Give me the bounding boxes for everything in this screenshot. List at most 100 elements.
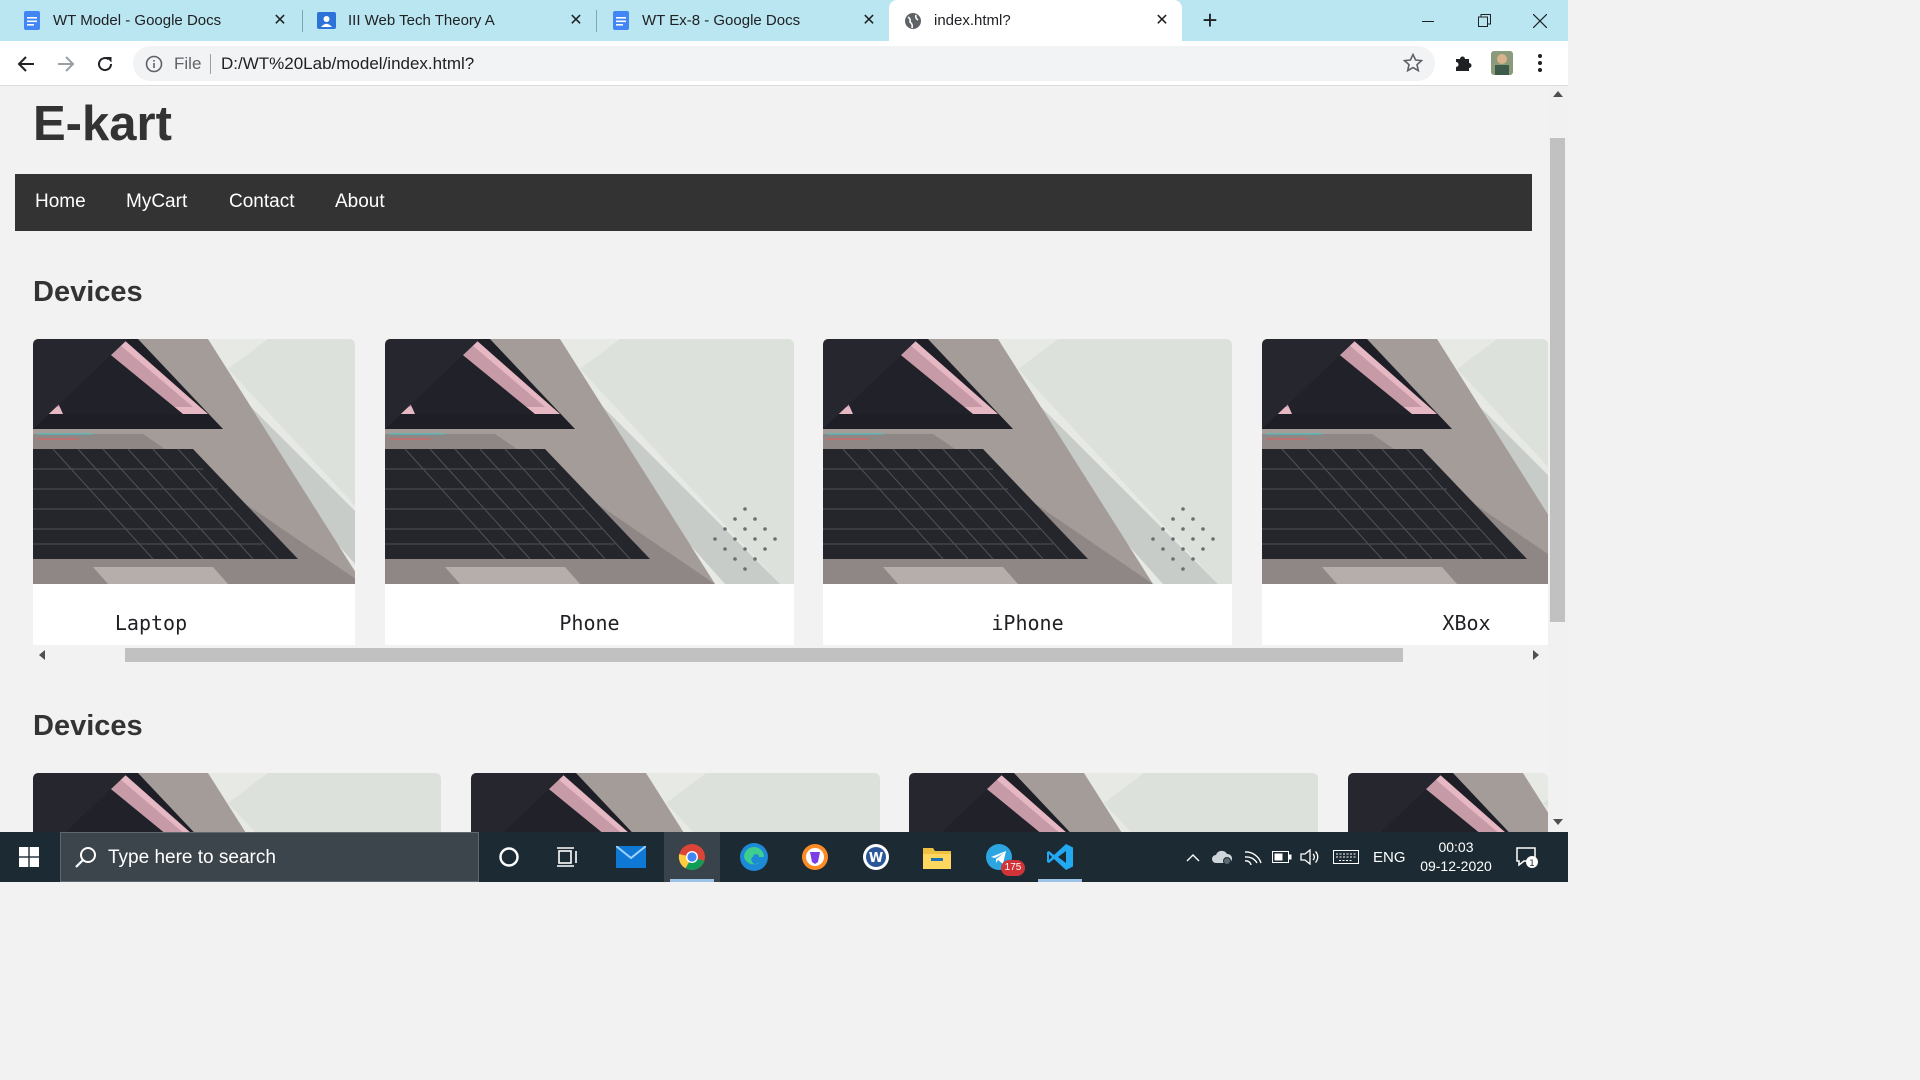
active-app-indicator xyxy=(670,879,714,882)
notification-center-icon[interactable]: 1 xyxy=(1507,832,1547,882)
laptop-photo xyxy=(471,773,880,832)
url-text[interactable]: D:/WT%20Lab/model/index.html? xyxy=(221,54,474,74)
word-icon[interactable]: W xyxy=(848,832,904,882)
tab-label: WT Ex-8 - Google Docs xyxy=(642,12,801,29)
language-indicator[interactable]: ENG xyxy=(1373,849,1406,866)
notification-count: 1 xyxy=(1529,859,1535,869)
tab-label: index.html? xyxy=(934,12,1011,29)
section-title: Devices xyxy=(33,710,143,742)
forward-arrow-icon[interactable] xyxy=(52,50,80,78)
laptop-photo xyxy=(1262,339,1548,584)
scroll-down-arrow-icon[interactable] xyxy=(1553,819,1563,825)
restore-icon[interactable] xyxy=(1456,0,1512,41)
search-placeholder: Type here to search xyxy=(108,847,276,868)
keyboard-icon[interactable] xyxy=(1330,832,1362,882)
horizontal-scrollbar[interactable] xyxy=(33,645,1545,666)
tab-index-html[interactable]: index.html? ✕ xyxy=(889,0,1182,41)
laptop-photo xyxy=(823,339,1232,584)
chrome-icon[interactable] xyxy=(664,832,720,882)
close-tab-icon[interactable]: ✕ xyxy=(861,12,877,29)
volume-icon[interactable] xyxy=(1297,832,1323,882)
close-tab-icon[interactable]: ✕ xyxy=(1154,12,1170,29)
mail-icon[interactable] xyxy=(603,832,659,882)
nav-link-about[interactable]: About xyxy=(335,190,385,214)
product-name: XBox xyxy=(1442,611,1491,635)
close-tab-icon[interactable]: ✕ xyxy=(272,12,288,29)
section-title: Devices xyxy=(33,276,143,308)
google-docs-icon xyxy=(22,11,41,30)
onedrive-icon[interactable] xyxy=(1208,832,1236,882)
laptop-photo xyxy=(33,773,441,832)
tab-wt-ex8[interactable]: WT Ex-8 - Google Docs ✕ xyxy=(597,0,889,41)
product-card-phone[interactable]: Phone xyxy=(385,339,794,645)
product-name: Phone xyxy=(559,611,620,635)
info-icon[interactable] xyxy=(145,55,163,73)
product-name: Laptop xyxy=(114,611,188,635)
laptop-photo xyxy=(33,339,355,584)
new-tab-button[interactable]: + xyxy=(1196,6,1224,34)
taskbar-search-box[interactable]: Type here to search xyxy=(60,832,479,882)
battery-icon[interactable] xyxy=(1269,832,1295,882)
active-app-indicator xyxy=(1038,879,1082,882)
more-options-icon[interactable] xyxy=(1528,51,1552,75)
product-card[interactable] xyxy=(1348,773,1548,832)
site-title: E-kart xyxy=(33,97,172,151)
scheme-label: File xyxy=(174,54,202,73)
windows-start-icon[interactable] xyxy=(0,832,58,882)
search-icon xyxy=(75,846,97,868)
scroll-left-arrow-icon[interactable] xyxy=(39,650,45,660)
tab-label: III Web Tech Theory A xyxy=(348,12,495,29)
scroll-up-arrow-icon[interactable] xyxy=(1553,91,1563,97)
scrollbar-thumb[interactable] xyxy=(125,648,1403,662)
task-view-icon[interactable] xyxy=(540,832,596,882)
product-name: iPhone xyxy=(991,611,1064,635)
vscode-icon[interactable] xyxy=(1032,832,1088,882)
vertical-scrollbar[interactable] xyxy=(1548,86,1568,832)
bookmark-star-icon[interactable] xyxy=(1402,52,1424,73)
laptop-photo xyxy=(909,773,1318,832)
address-bar[interactable]: File D:/WT%20Lab/model/index.html? xyxy=(133,46,1435,81)
google-classroom-icon xyxy=(317,11,336,30)
reload-icon[interactable] xyxy=(91,50,119,78)
windows-taskbar: Type here to search W 175 ENG 00:03 09-1… xyxy=(0,832,1568,882)
brave-icon[interactable] xyxy=(787,832,843,882)
close-window-icon[interactable] xyxy=(1512,0,1568,41)
product-card-xbox[interactable]: XBox xyxy=(1262,339,1548,645)
product-card-laptop[interactable]: Laptop xyxy=(33,339,355,645)
product-card[interactable] xyxy=(33,773,441,832)
nav-link-contact[interactable]: Contact xyxy=(229,190,294,214)
scroll-right-arrow-icon[interactable] xyxy=(1533,650,1539,660)
wifi-icon[interactable] xyxy=(1240,832,1266,882)
tab-web-tech-theory[interactable]: III Web Tech Theory A ✕ xyxy=(303,0,596,41)
minimize-icon[interactable] xyxy=(1400,0,1456,41)
profile-avatar[interactable] xyxy=(1490,51,1514,75)
nav-link-home[interactable]: Home xyxy=(35,190,86,214)
telegram-badge: 175 xyxy=(1001,860,1025,876)
scrollbar-thumb[interactable] xyxy=(1550,138,1565,622)
system-clock[interactable]: 00:03 09-12-2020 xyxy=(1410,838,1502,876)
product-card-iphone[interactable]: iPhone xyxy=(823,339,1232,645)
file-explorer-icon[interactable] xyxy=(909,832,965,882)
clock-date: 09-12-2020 xyxy=(1420,858,1492,874)
show-hidden-icons-chevron-icon[interactable] xyxy=(1181,832,1205,882)
laptop-photo xyxy=(1348,773,1548,832)
top-navigation-bar: Home MyCart Contact About xyxy=(15,174,1532,231)
nav-link-mycart[interactable]: MyCart xyxy=(126,190,187,214)
clock-time: 00:03 xyxy=(1438,839,1474,855)
tab-label: WT Model - Google Docs xyxy=(53,12,222,29)
close-tab-icon[interactable]: ✕ xyxy=(568,12,584,29)
address-divider xyxy=(210,54,211,74)
edge-icon[interactable] xyxy=(726,832,782,882)
product-card[interactable] xyxy=(909,773,1318,832)
cortana-icon[interactable] xyxy=(481,832,537,882)
product-card[interactable] xyxy=(471,773,880,832)
browser-tab-strip: WT Model - Google Docs ✕ III Web Tech Th… xyxy=(0,0,1568,41)
laptop-photo xyxy=(385,339,794,584)
back-arrow-icon[interactable] xyxy=(12,50,40,78)
svg-text:W: W xyxy=(869,851,883,866)
telegram-icon[interactable]: 175 xyxy=(971,832,1027,882)
browser-toolbar: File D:/WT%20Lab/model/index.html? xyxy=(0,41,1568,86)
globe-icon xyxy=(903,11,922,30)
tab-wt-model[interactable]: WT Model - Google Docs ✕ xyxy=(0,0,300,41)
extensions-puzzle-icon[interactable] xyxy=(1451,51,1475,75)
